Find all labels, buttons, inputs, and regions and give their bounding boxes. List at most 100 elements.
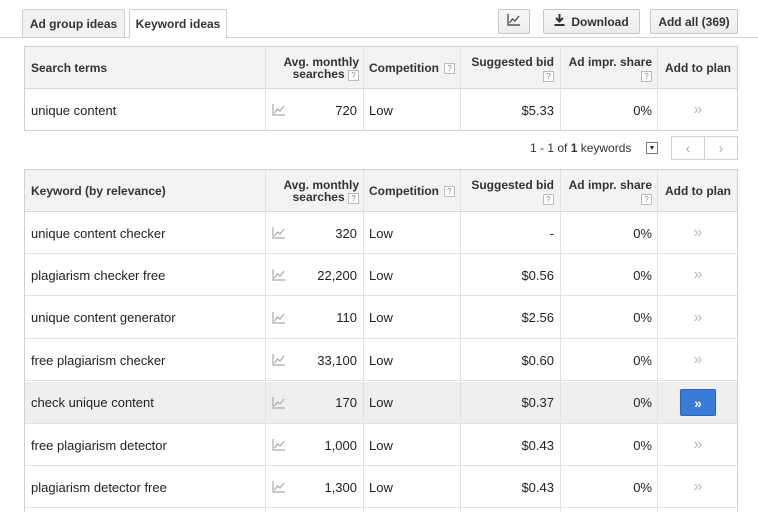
add-to-plan-button[interactable]: » (659, 339, 737, 381)
column-divider (657, 47, 658, 130)
competition-value: Low (369, 225, 393, 241)
avg-searches-value: 170 (335, 395, 357, 411)
col-ad-impr-share: Ad impr. share? (563, 170, 652, 212)
col-bid-label: Suggested bid (471, 54, 554, 69)
avg-searches-value: 720 (335, 102, 357, 118)
next-page-button[interactable]: › (705, 137, 737, 159)
trend-chart-icon[interactable] (272, 254, 290, 296)
help-icon[interactable]: ? (641, 193, 652, 205)
trend-chart-icon[interactable] (272, 212, 290, 254)
column-divider (460, 170, 461, 512)
col-share-label: Ad impr. share (568, 54, 652, 69)
keyword-ideas-header: Keyword (by relevance) Avg. monthly sear… (25, 170, 737, 212)
ad-share-value: 0% (633, 225, 652, 241)
prev-page-button[interactable]: ‹ (672, 137, 705, 159)
search-terms-header: Search terms Avg. monthly searches ? Com… (25, 47, 737, 89)
double-chevron-right-icon: » (693, 436, 703, 453)
chart-toggle-button[interactable] (498, 9, 530, 34)
pagination-range: 1 - 1 of (530, 141, 571, 155)
column-divider (265, 47, 266, 130)
chevron-down-icon: ▼ (648, 144, 656, 152)
col-competition-label: Competition (369, 61, 439, 75)
search-terms-table: Search terms Avg. monthly searches ? Com… (24, 46, 738, 131)
suggested-bid-value: $0.43 (521, 479, 554, 495)
ad-share-value: 0% (633, 352, 652, 368)
suggested-bid-value: $0.60 (521, 352, 554, 368)
rows-per-page-dropdown[interactable]: ▼ (646, 142, 658, 154)
suggested-bid-value: $2.56 (521, 310, 554, 326)
help-icon[interactable]: ? (348, 69, 359, 81)
column-divider (363, 47, 364, 130)
col-keyword-relevance[interactable]: Keyword (by relevance) (31, 170, 265, 212)
pagination-summary: 1 - 1 of 1 keywords (530, 136, 631, 160)
col-avg-searches: Avg. monthly searches ? (281, 170, 359, 212)
ad-share-value: 0% (633, 267, 652, 283)
ad-share-value: 0% (633, 437, 652, 453)
suggested-bid-value: $0.43 (521, 437, 554, 453)
ad-share-value: 0% (633, 310, 652, 326)
help-icon[interactable]: ? (444, 185, 455, 197)
add-to-plan-button[interactable]: » (659, 424, 737, 466)
col-add-to-plan: Add to plan (665, 184, 731, 198)
keyword-text: unique content (31, 102, 117, 118)
col-avg-searches: Avg. monthly searches ? (281, 47, 359, 89)
ad-share-value: 0% (633, 479, 652, 495)
help-icon[interactable]: ? (543, 70, 554, 82)
double-chevron-right-icon: » (693, 101, 703, 118)
suggested-bid-value: $5.33 (521, 102, 554, 118)
help-icon[interactable]: ? (348, 192, 359, 204)
help-icon[interactable]: ? (543, 193, 554, 205)
add-to-plan-button[interactable]: » (659, 297, 737, 339)
top-bar: Ad group ideas Keyword ideas Download Ad… (0, 0, 758, 40)
column-divider (265, 170, 266, 512)
add-to-plan-button[interactable]: » (659, 466, 737, 508)
help-icon[interactable]: ? (641, 70, 652, 82)
tab-ad-group-ideas[interactable]: Ad group ideas (22, 9, 125, 37)
col-competition-label: Competition (369, 184, 439, 198)
col-competition: Competition? (369, 170, 459, 212)
double-chevron-right-icon: » (693, 266, 703, 284)
col-competition: Competition? (369, 47, 459, 89)
add-to-plan-button[interactable]: » (659, 212, 737, 254)
tab-keyword-ideas[interactable]: Keyword ideas (129, 9, 227, 38)
competition-value: Low (369, 479, 393, 495)
competition-value: Low (369, 395, 393, 411)
download-button[interactable]: Download (543, 9, 640, 34)
avg-searches-value: 110 (336, 310, 357, 326)
column-divider (560, 47, 561, 130)
active-tab-gap (130, 37, 226, 38)
competition-value: Low (369, 310, 393, 326)
add-to-plan-button[interactable]: » (659, 382, 737, 424)
trend-chart-icon[interactable] (272, 297, 290, 339)
table-row: unique content 720 Low $5.33 0% » (25, 89, 737, 131)
competition-value: Low (369, 437, 393, 453)
column-divider (657, 170, 658, 512)
trend-chart-icon[interactable] (272, 466, 290, 508)
col-search-terms: Search terms (31, 61, 108, 75)
keyword-text: plagiarism checker free (31, 267, 166, 283)
add-to-plan-button[interactable]: » (659, 89, 737, 131)
trend-chart-icon[interactable] (272, 424, 290, 466)
table-row: unique content generator 110 Low $2.56 0% » (25, 297, 737, 339)
trend-chart-icon[interactable] (272, 382, 290, 424)
add-all-button[interactable]: Add all (369) (650, 9, 738, 34)
keyword-text: free plagiarism checker (31, 352, 166, 368)
ad-share-value: 0% (633, 395, 652, 411)
double-chevron-right-icon: » (693, 308, 703, 326)
ad-share-value: 0% (633, 102, 652, 118)
table-row: free plagiarism detector 1,000 Low $0.43 0% » (25, 424, 737, 466)
double-chevron-right-icon: » (693, 478, 703, 496)
line-chart-icon (507, 14, 521, 29)
trend-chart-icon[interactable] (272, 339, 290, 381)
competition-value: Low (369, 352, 393, 368)
trend-chart-icon[interactable] (272, 89, 290, 131)
double-chevron-right-icon: » (680, 389, 716, 417)
double-chevron-right-icon: » (693, 351, 703, 369)
add-to-plan-button[interactable]: » (659, 254, 737, 296)
column-divider (363, 170, 364, 512)
table-row: free plagiarism checker 33,100 Low $0.60 0% » (25, 339, 737, 382)
avg-searches-value: 22,200 (317, 267, 357, 283)
double-chevron-right-icon: » (693, 224, 703, 241)
keyword-text: unique content checker (31, 225, 166, 241)
help-icon[interactable]: ? (444, 62, 455, 74)
